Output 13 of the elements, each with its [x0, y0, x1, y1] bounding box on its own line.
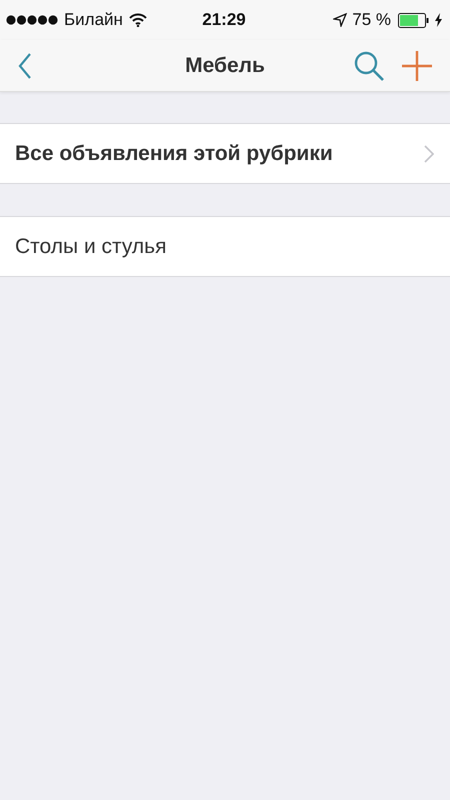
- charging-icon: [435, 13, 442, 27]
- signal-icon: [6, 15, 58, 25]
- battery-icon: [398, 12, 430, 28]
- clock-time: 21:29: [202, 10, 246, 30]
- location-arrow-icon: [333, 13, 348, 27]
- battery-percent: 75 %: [352, 10, 392, 30]
- chevron-icon: [424, 144, 434, 162]
- list-row[interactable]: Все объявления этой рубрики: [0, 123, 450, 184]
- wifi-icon: [128, 13, 147, 27]
- list-row[interactable]: Столы и стулья: [0, 216, 450, 277]
- carrier-name: Билайн: [64, 10, 123, 30]
- nav-title: Мебель: [185, 54, 265, 78]
- add-button[interactable]: [400, 48, 434, 82]
